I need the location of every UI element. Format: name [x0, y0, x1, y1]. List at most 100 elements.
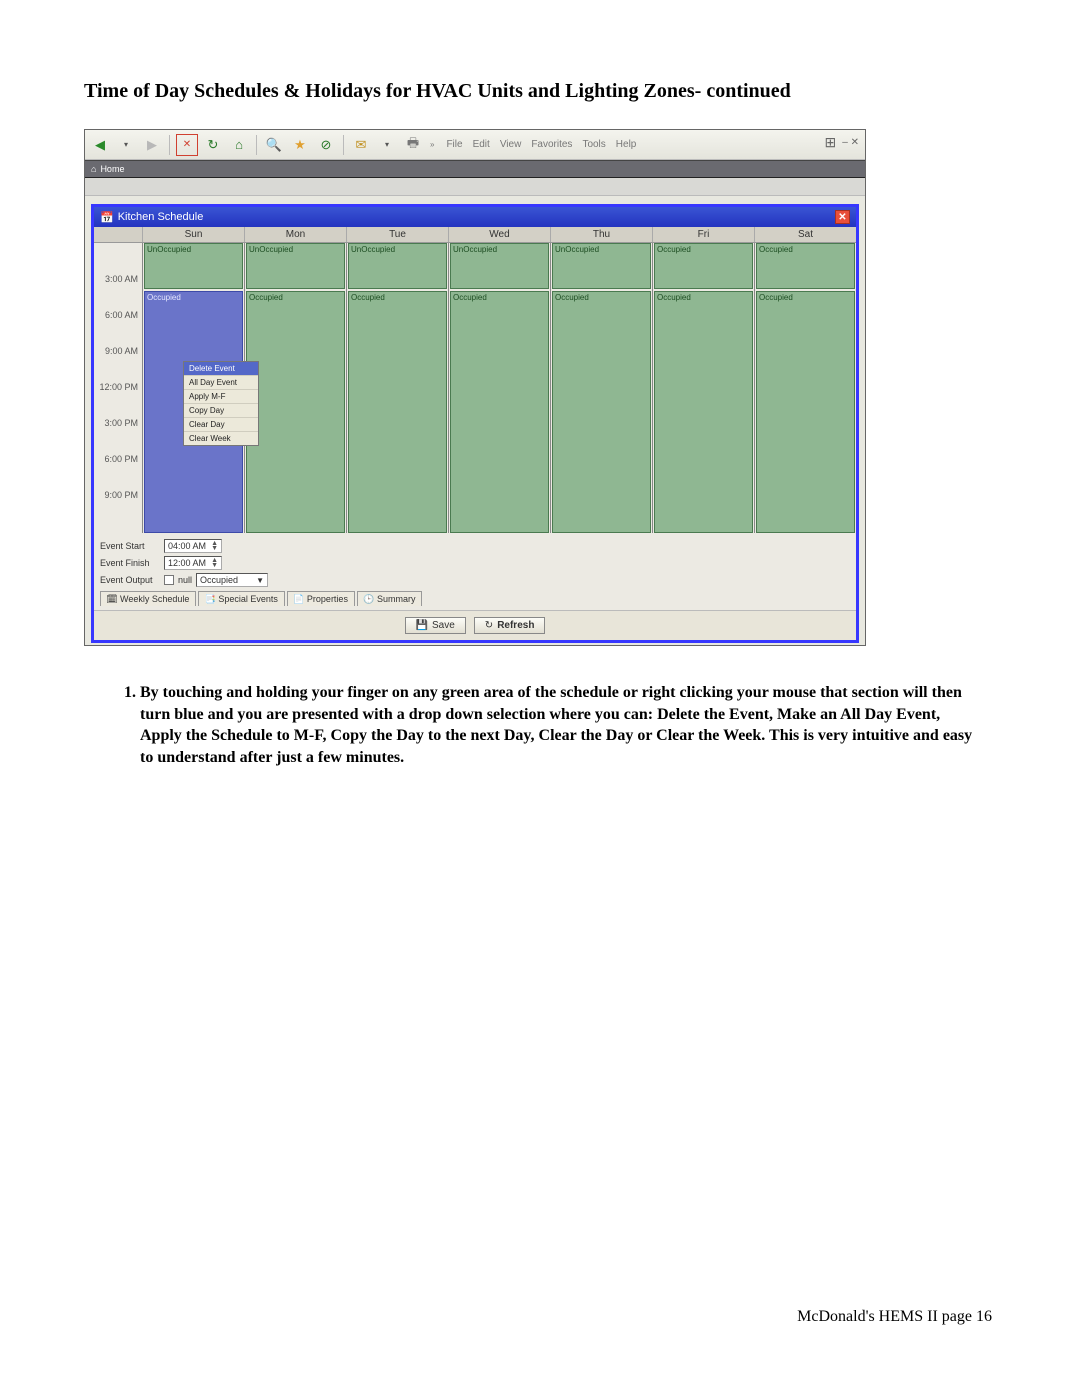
mail-dropdown[interactable]: ▾: [376, 134, 398, 156]
refresh-button[interactable]: ↻: [202, 134, 224, 156]
action-row: 💾 Save ↻ Refresh: [94, 610, 856, 640]
address-bar: ⌂ Home: [85, 160, 865, 178]
mail-button[interactable]: ✉: [350, 134, 372, 156]
history-button[interactable]: ⊘: [315, 134, 337, 156]
back-dropdown[interactable]: ▾: [115, 134, 137, 156]
instruction-text: By touching and holding your finger on a…: [140, 684, 972, 766]
time-label: 3:00 AM: [105, 274, 138, 284]
event-start-label: Event Start: [100, 541, 160, 551]
day-col-fri[interactable]: Occupied Occupied: [652, 243, 754, 533]
event-block-occupied[interactable]: Occupied: [348, 291, 447, 533]
ie-toolbar: ◀ ▾ ▶ ✕ ↻ ⌂ 🔍 ★ ⊘ ✉ ▾ 🖶 » File Edit View…: [85, 130, 865, 160]
window-title-text: Kitchen Schedule: [118, 211, 204, 223]
save-button[interactable]: 💾 Save: [405, 617, 466, 634]
day-header-row: Sun Mon Tue Wed Thu Fri Sat: [94, 227, 856, 243]
event-block-occupied[interactable]: Occupied: [246, 291, 345, 533]
ctx-clear-day[interactable]: Clear Day: [184, 418, 258, 432]
ie-menu-bar: File Edit View Favorites Tools Help: [446, 139, 636, 150]
menu-edit[interactable]: Edit: [473, 139, 490, 150]
back-button[interactable]: ◀: [89, 134, 111, 156]
day-col-wed[interactable]: UnOccupied Occupied: [448, 243, 550, 533]
time-label: 12:00 PM: [99, 382, 138, 392]
tab-weekly-schedule[interactable]: 🗓 Weekly Schedule: [100, 591, 196, 606]
null-label: null: [178, 575, 192, 585]
day-col-sun[interactable]: UnOccupied Occupied Delete Event All Day…: [142, 243, 244, 533]
day-header-mon: Mon: [244, 227, 346, 242]
ctx-copy-day[interactable]: Copy Day: [184, 404, 258, 418]
event-block-occupied[interactable]: Occupied: [450, 291, 549, 533]
schedule-grid[interactable]: 3:00 AM 6:00 AM 9:00 AM 12:00 PM 3:00 PM…: [94, 243, 856, 533]
event-output-select[interactable]: Occupied▼: [196, 573, 268, 587]
home-icon: ⌂: [91, 164, 96, 174]
summary-icon: 🕒: [364, 594, 374, 604]
event-block-unoccupied[interactable]: UnOccupied: [246, 243, 345, 289]
events-icon: 📑: [205, 594, 215, 604]
menu-tools[interactable]: Tools: [582, 139, 605, 150]
schedule-icon: 📅: [100, 211, 114, 224]
day-col-sat[interactable]: Occupied Occupied: [754, 243, 856, 533]
tab-summary[interactable]: 🕒 Summary: [357, 591, 423, 606]
menu-help[interactable]: Help: [616, 139, 637, 150]
print-button[interactable]: 🖶: [402, 134, 424, 156]
event-output-label: Event Output: [100, 575, 160, 585]
menu-favorites[interactable]: Favorites: [531, 139, 572, 150]
event-block-unoccupied[interactable]: UnOccupied: [348, 243, 447, 289]
time-label: 3:00 PM: [104, 418, 138, 428]
event-block-occupied[interactable]: Occupied: [654, 291, 753, 533]
address-text: Home: [100, 164, 124, 174]
event-block-unoccupied[interactable]: UnOccupied: [552, 243, 651, 289]
instruction-list: By touching and holding your finger on a…: [120, 682, 978, 768]
day-header-thu: Thu: [550, 227, 652, 242]
null-checkbox[interactable]: [164, 575, 174, 585]
ctx-clear-week[interactable]: Clear Week: [184, 432, 258, 445]
day-header-fri: Fri: [652, 227, 754, 242]
tab-row: 🗓 Weekly Schedule 📑 Special Events 📄 Pro…: [100, 591, 850, 606]
content-strip: [85, 178, 865, 196]
windows-flag-icon: ⊞: [825, 134, 837, 151]
event-block-occupied[interactable]: Occupied: [654, 243, 753, 289]
favorites-button[interactable]: ★: [289, 134, 311, 156]
time-label: 6:00 AM: [105, 310, 138, 320]
ctx-delete-event[interactable]: Delete Event: [184, 362, 258, 376]
event-block-occupied[interactable]: Occupied: [756, 291, 855, 533]
event-block-occupied[interactable]: Occupied: [756, 243, 855, 289]
stop-button[interactable]: ✕: [176, 134, 198, 156]
time-label: 9:00 PM: [104, 490, 138, 500]
event-block-occupied[interactable]: Occupied: [552, 291, 651, 533]
ctx-all-day-event[interactable]: All Day Event: [184, 376, 258, 390]
page-title: Time of Day Schedules & Holidays for HVA…: [84, 80, 996, 103]
event-finish-input[interactable]: 12:00 AM▲▼: [164, 556, 222, 570]
schedule-window: 📅 Kitchen Schedule ✕ Sun Mon Tue Wed Thu…: [91, 204, 859, 643]
close-button[interactable]: ✕: [835, 210, 850, 224]
menu-view[interactable]: View: [500, 139, 522, 150]
refresh-button[interactable]: ↻ Refresh: [474, 617, 546, 634]
day-col-tue[interactable]: UnOccupied Occupied: [346, 243, 448, 533]
day-col-thu[interactable]: UnOccupied Occupied: [550, 243, 652, 533]
day-header-sun: Sun: [142, 227, 244, 242]
event-start-input[interactable]: 04:00 AM▲▼: [164, 539, 222, 553]
day-header-wed: Wed: [448, 227, 550, 242]
home-button[interactable]: ⌂: [228, 134, 250, 156]
tab-special-events[interactable]: 📑 Special Events: [198, 591, 285, 606]
time-label: 6:00 PM: [104, 454, 138, 464]
schedule-body: Sun Mon Tue Wed Thu Fri Sat 3:00 AM 6:00…: [94, 227, 856, 640]
forward-button[interactable]: ▶: [141, 134, 163, 156]
page-footer: McDonald's HEMS II page 16: [84, 1308, 996, 1326]
app-screenshot: ◀ ▾ ▶ ✕ ↻ ⌂ 🔍 ★ ⊘ ✉ ▾ 🖶 » File Edit View…: [84, 129, 866, 646]
ctx-apply-mf[interactable]: Apply M-F: [184, 390, 258, 404]
event-block-unoccupied[interactable]: UnOccupied: [144, 243, 243, 289]
event-finish-label: Event Finish: [100, 558, 160, 568]
day-header-sat: Sat: [754, 227, 856, 242]
menu-file[interactable]: File: [446, 139, 462, 150]
day-col-mon[interactable]: UnOccupied Occupied: [244, 243, 346, 533]
context-menu[interactable]: Delete Event All Day Event Apply M-F Cop…: [183, 361, 259, 446]
window-controls[interactable]: – ✕: [842, 137, 859, 148]
save-icon: 💾: [416, 620, 428, 631]
search-button[interactable]: 🔍: [263, 134, 285, 156]
time-gutter: 3:00 AM 6:00 AM 9:00 AM 12:00 PM 3:00 PM…: [94, 243, 142, 533]
event-controls: Event Start 04:00 AM▲▼ Event Finish 12:0…: [94, 533, 856, 610]
tab-properties[interactable]: 📄 Properties: [287, 591, 355, 606]
event-block-unoccupied[interactable]: UnOccupied: [450, 243, 549, 289]
time-label: 9:00 AM: [105, 346, 138, 356]
day-header-tue: Tue: [346, 227, 448, 242]
